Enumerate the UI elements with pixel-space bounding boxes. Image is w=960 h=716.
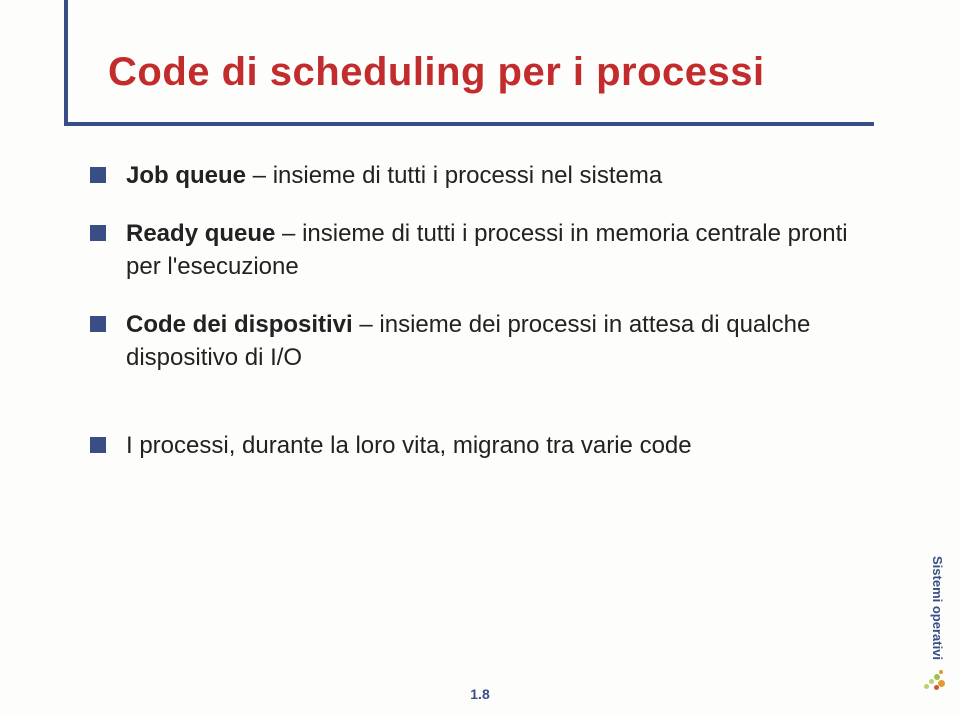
bullet-icon bbox=[90, 167, 106, 183]
item-text: Code dei dispositivi – insieme dei proce… bbox=[126, 309, 870, 374]
list-item: I processi, durante la loro vita, migran… bbox=[90, 430, 870, 462]
content-area: Job queue – insieme di tutti i processi … bbox=[90, 160, 870, 488]
item-text: Job queue – insieme di tutti i processi … bbox=[126, 160, 662, 192]
bullet-icon bbox=[90, 225, 106, 241]
side-label: Sistemi operativi bbox=[930, 556, 945, 660]
slide: Code di scheduling per i processi Job qu… bbox=[0, 0, 960, 716]
page-number: 1.8 bbox=[470, 686, 489, 702]
item-text: I processi, durante la loro vita, migran… bbox=[126, 430, 692, 462]
decorative-dots-icon bbox=[924, 666, 946, 690]
slide-title: Code di scheduling per i processi bbox=[108, 50, 765, 95]
list-item: Ready queue – insieme di tutti i process… bbox=[90, 218, 870, 283]
bullet-icon bbox=[90, 316, 106, 332]
list-item: Code dei dispositivi – insieme dei proce… bbox=[90, 309, 870, 374]
list-item: Job queue – insieme di tutti i processi … bbox=[90, 160, 870, 192]
item-text: Ready queue – insieme di tutti i process… bbox=[126, 218, 870, 283]
bullet-icon bbox=[90, 437, 106, 453]
